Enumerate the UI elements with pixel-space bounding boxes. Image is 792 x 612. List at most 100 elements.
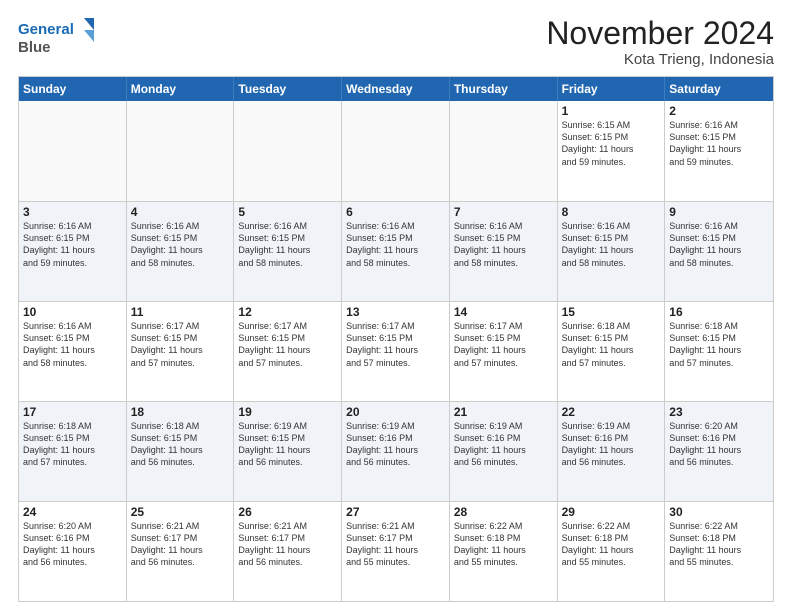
day-number: 21: [454, 405, 553, 419]
day-cell-20: 20Sunrise: 6:19 AMSunset: 6:16 PMDayligh…: [342, 402, 450, 501]
day-cell-7: 7Sunrise: 6:16 AMSunset: 6:15 PMDaylight…: [450, 202, 558, 301]
day-number: 26: [238, 505, 337, 519]
calendar-header-row: SundayMondayTuesdayWednesdayThursdayFrid…: [19, 77, 773, 101]
day-cell-16: 16Sunrise: 6:18 AMSunset: 6:15 PMDayligh…: [665, 302, 773, 401]
day-number: 14: [454, 305, 553, 319]
empty-cell: [19, 101, 127, 201]
day-cell-4: 4Sunrise: 6:16 AMSunset: 6:15 PMDaylight…: [127, 202, 235, 301]
day-cell-3: 3Sunrise: 6:16 AMSunset: 6:15 PMDaylight…: [19, 202, 127, 301]
empty-cell: [234, 101, 342, 201]
day-cell-29: 29Sunrise: 6:22 AMSunset: 6:18 PMDayligh…: [558, 502, 666, 601]
day-number: 4: [131, 205, 230, 219]
day-cell-11: 11Sunrise: 6:17 AMSunset: 6:15 PMDayligh…: [127, 302, 235, 401]
cell-info: Sunrise: 6:17 AMSunset: 6:15 PMDaylight:…: [346, 320, 445, 369]
day-cell-6: 6Sunrise: 6:16 AMSunset: 6:15 PMDaylight…: [342, 202, 450, 301]
cell-info: Sunrise: 6:15 AMSunset: 6:15 PMDaylight:…: [562, 119, 661, 168]
cell-info: Sunrise: 6:16 AMSunset: 6:15 PMDaylight:…: [23, 220, 122, 269]
day-number: 18: [131, 405, 230, 419]
day-cell-5: 5Sunrise: 6:16 AMSunset: 6:15 PMDaylight…: [234, 202, 342, 301]
day-number: 30: [669, 505, 769, 519]
day-number: 3: [23, 205, 122, 219]
day-cell-15: 15Sunrise: 6:18 AMSunset: 6:15 PMDayligh…: [558, 302, 666, 401]
day-cell-10: 10Sunrise: 6:16 AMSunset: 6:15 PMDayligh…: [19, 302, 127, 401]
svg-text:General: General: [18, 21, 74, 38]
day-number: 22: [562, 405, 661, 419]
day-number: 8: [562, 205, 661, 219]
day-cell-28: 28Sunrise: 6:22 AMSunset: 6:18 PMDayligh…: [450, 502, 558, 601]
cell-info: Sunrise: 6:16 AMSunset: 6:15 PMDaylight:…: [562, 220, 661, 269]
day-cell-2: 2Sunrise: 6:16 AMSunset: 6:15 PMDaylight…: [665, 101, 773, 201]
logo-svg: General Blue: [18, 16, 98, 58]
week-row-1: 1Sunrise: 6:15 AMSunset: 6:15 PMDaylight…: [19, 101, 773, 201]
day-cell-13: 13Sunrise: 6:17 AMSunset: 6:15 PMDayligh…: [342, 302, 450, 401]
cell-info: Sunrise: 6:17 AMSunset: 6:15 PMDaylight:…: [454, 320, 553, 369]
svg-text:Blue: Blue: [18, 39, 51, 56]
day-number: 12: [238, 305, 337, 319]
cell-info: Sunrise: 6:16 AMSunset: 6:15 PMDaylight:…: [346, 220, 445, 269]
day-cell-18: 18Sunrise: 6:18 AMSunset: 6:15 PMDayligh…: [127, 402, 235, 501]
empty-cell: [127, 101, 235, 201]
cell-info: Sunrise: 6:20 AMSunset: 6:16 PMDaylight:…: [669, 420, 769, 469]
day-cell-19: 19Sunrise: 6:19 AMSunset: 6:15 PMDayligh…: [234, 402, 342, 501]
calendar-title: November 2024: [546, 16, 774, 51]
day-number: 10: [23, 305, 122, 319]
cell-info: Sunrise: 6:19 AMSunset: 6:15 PMDaylight:…: [238, 420, 337, 469]
day-number: 1: [562, 104, 661, 118]
day-cell-27: 27Sunrise: 6:21 AMSunset: 6:17 PMDayligh…: [342, 502, 450, 601]
day-cell-30: 30Sunrise: 6:22 AMSunset: 6:18 PMDayligh…: [665, 502, 773, 601]
header-day-saturday: Saturday: [665, 77, 773, 101]
header-day-wednesday: Wednesday: [342, 77, 450, 101]
day-number: 11: [131, 305, 230, 319]
cell-info: Sunrise: 6:21 AMSunset: 6:17 PMDaylight:…: [346, 520, 445, 569]
week-row-2: 3Sunrise: 6:16 AMSunset: 6:15 PMDaylight…: [19, 201, 773, 301]
header-day-thursday: Thursday: [450, 77, 558, 101]
day-number: 20: [346, 405, 445, 419]
cell-info: Sunrise: 6:18 AMSunset: 6:15 PMDaylight:…: [23, 420, 122, 469]
day-number: 24: [23, 505, 122, 519]
header-day-monday: Monday: [127, 77, 235, 101]
day-number: 17: [23, 405, 122, 419]
cell-info: Sunrise: 6:22 AMSunset: 6:18 PMDaylight:…: [669, 520, 769, 569]
day-cell-26: 26Sunrise: 6:21 AMSunset: 6:17 PMDayligh…: [234, 502, 342, 601]
cell-info: Sunrise: 6:22 AMSunset: 6:18 PMDaylight:…: [562, 520, 661, 569]
day-number: 16: [669, 305, 769, 319]
day-number: 7: [454, 205, 553, 219]
day-number: 13: [346, 305, 445, 319]
cell-info: Sunrise: 6:18 AMSunset: 6:15 PMDaylight:…: [131, 420, 230, 469]
day-number: 15: [562, 305, 661, 319]
day-number: 6: [346, 205, 445, 219]
day-cell-9: 9Sunrise: 6:16 AMSunset: 6:15 PMDaylight…: [665, 202, 773, 301]
day-cell-21: 21Sunrise: 6:19 AMSunset: 6:16 PMDayligh…: [450, 402, 558, 501]
day-number: 23: [669, 405, 769, 419]
day-number: 27: [346, 505, 445, 519]
day-cell-24: 24Sunrise: 6:20 AMSunset: 6:16 PMDayligh…: [19, 502, 127, 601]
day-number: 28: [454, 505, 553, 519]
cell-info: Sunrise: 6:21 AMSunset: 6:17 PMDaylight:…: [238, 520, 337, 569]
cell-info: Sunrise: 6:17 AMSunset: 6:15 PMDaylight:…: [131, 320, 230, 369]
cell-info: Sunrise: 6:16 AMSunset: 6:15 PMDaylight:…: [238, 220, 337, 269]
day-cell-17: 17Sunrise: 6:18 AMSunset: 6:15 PMDayligh…: [19, 402, 127, 501]
day-cell-8: 8Sunrise: 6:16 AMSunset: 6:15 PMDaylight…: [558, 202, 666, 301]
header-day-friday: Friday: [558, 77, 666, 101]
day-cell-23: 23Sunrise: 6:20 AMSunset: 6:16 PMDayligh…: [665, 402, 773, 501]
page: General Blue November 2024 Kota Trieng, …: [0, 0, 792, 612]
week-row-4: 17Sunrise: 6:18 AMSunset: 6:15 PMDayligh…: [19, 401, 773, 501]
calendar-body: 1Sunrise: 6:15 AMSunset: 6:15 PMDaylight…: [19, 101, 773, 601]
day-number: 25: [131, 505, 230, 519]
day-cell-14: 14Sunrise: 6:17 AMSunset: 6:15 PMDayligh…: [450, 302, 558, 401]
week-row-5: 24Sunrise: 6:20 AMSunset: 6:16 PMDayligh…: [19, 501, 773, 601]
day-number: 29: [562, 505, 661, 519]
calendar-subtitle: Kota Trieng, Indonesia: [546, 51, 774, 68]
cell-info: Sunrise: 6:16 AMSunset: 6:15 PMDaylight:…: [23, 320, 122, 369]
day-number: 19: [238, 405, 337, 419]
calendar: SundayMondayTuesdayWednesdayThursdayFrid…: [18, 76, 774, 602]
cell-info: Sunrise: 6:20 AMSunset: 6:16 PMDaylight:…: [23, 520, 122, 569]
week-row-3: 10Sunrise: 6:16 AMSunset: 6:15 PMDayligh…: [19, 301, 773, 401]
title-block: November 2024 Kota Trieng, Indonesia: [546, 16, 774, 68]
cell-info: Sunrise: 6:21 AMSunset: 6:17 PMDaylight:…: [131, 520, 230, 569]
cell-info: Sunrise: 6:18 AMSunset: 6:15 PMDaylight:…: [562, 320, 661, 369]
day-number: 2: [669, 104, 769, 118]
cell-info: Sunrise: 6:16 AMSunset: 6:15 PMDaylight:…: [454, 220, 553, 269]
cell-info: Sunrise: 6:17 AMSunset: 6:15 PMDaylight:…: [238, 320, 337, 369]
cell-info: Sunrise: 6:19 AMSunset: 6:16 PMDaylight:…: [454, 420, 553, 469]
